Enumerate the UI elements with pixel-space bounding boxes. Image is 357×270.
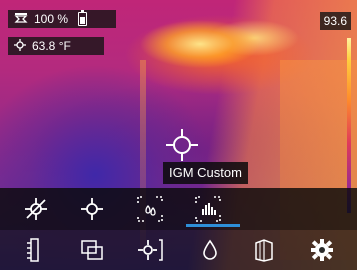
settings-button[interactable]: [302, 231, 342, 269]
palette-scale-button[interactable]: [14, 231, 54, 269]
crosshair-off-icon: [25, 198, 47, 220]
battery-icon: [78, 10, 88, 26]
measurement-crosshair[interactable]: [164, 127, 200, 163]
spot-measure-button[interactable]: [130, 231, 170, 269]
crosshair-button[interactable]: [72, 190, 112, 228]
temperature-scale-bar: [347, 38, 351, 213]
battery-percent: 100 %: [34, 12, 69, 26]
gear-icon: [311, 239, 333, 261]
igm-custom-icon: [195, 196, 221, 222]
selected-mode-indicator: [186, 224, 240, 227]
emissivity-icon: [255, 239, 273, 262]
igm-custom-button[interactable]: [188, 190, 228, 228]
picture-in-picture-icon: [81, 240, 103, 260]
storage-icon: [14, 12, 28, 27]
emissivity-button[interactable]: [244, 231, 284, 269]
moisture-frame-button[interactable]: [130, 190, 170, 228]
max-temperature: 93.6: [319, 12, 351, 30]
crosshair-off-button[interactable]: [16, 190, 56, 228]
spot-measure-icon: [138, 239, 163, 261]
spot-temperature-value: 63.8 °F: [32, 39, 71, 53]
thermal-camera-screen: 100 % 63.8 °F 93.6 IGM Custom: [0, 0, 357, 270]
humidity-button[interactable]: [190, 231, 230, 269]
crosshair-icon: [166, 129, 198, 161]
palette-scale-icon: [27, 238, 39, 262]
crosshair-mode-label: IGM Custom: [163, 162, 248, 184]
spot-crosshair-icon: [14, 38, 26, 54]
crosshair-icon: [81, 198, 103, 220]
spot-temperature: 63.8 °F: [8, 37, 104, 55]
drop-icon: [203, 239, 217, 260]
moisture-frame-icon: [137, 196, 163, 222]
battery-status: 100 %: [8, 10, 116, 28]
picture-in-picture-button[interactable]: [72, 231, 112, 269]
